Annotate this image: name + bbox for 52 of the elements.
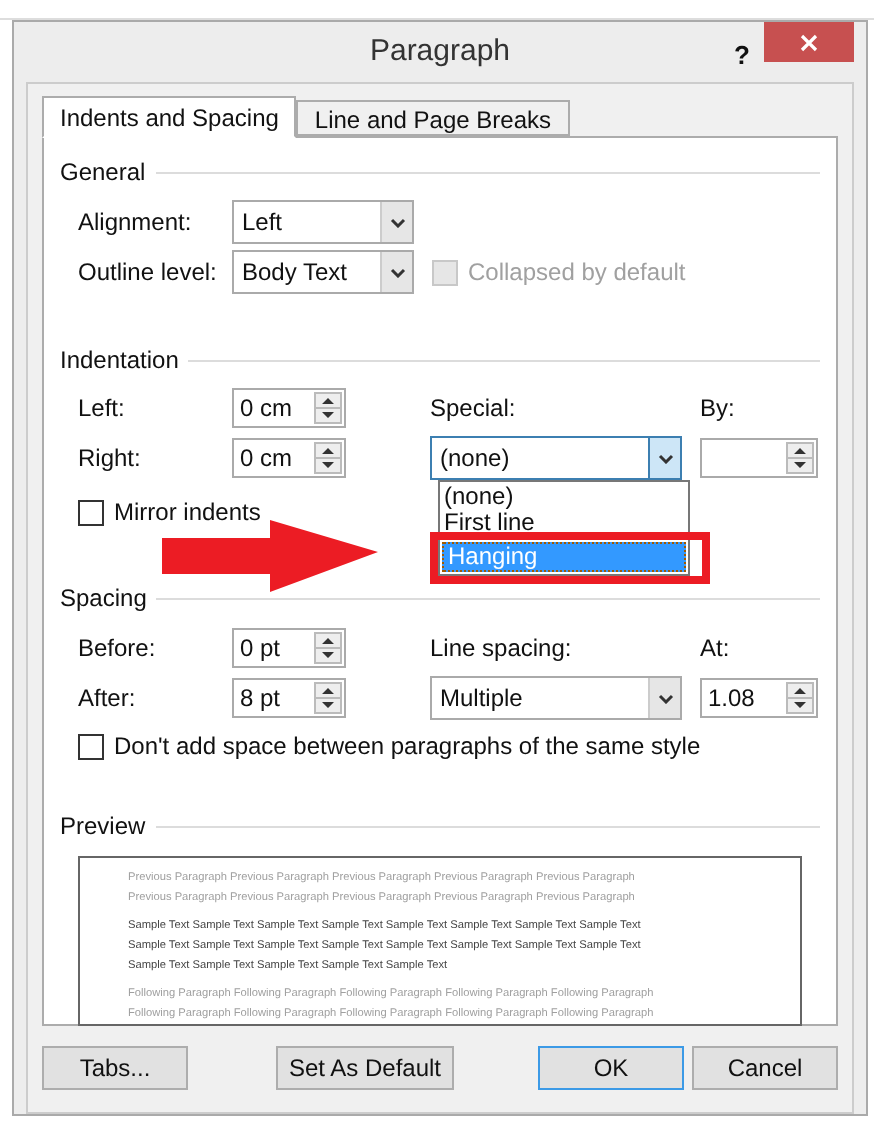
at-field[interactable]: 1.08 xyxy=(700,678,818,718)
after-field[interactable]: 8 pt xyxy=(232,678,346,718)
arrow-annotation-icon xyxy=(162,520,378,592)
section-heading: General xyxy=(60,156,146,190)
section-heading: Preview xyxy=(60,810,146,844)
section-heading: Indentation xyxy=(60,344,179,378)
checkbox[interactable] xyxy=(78,733,104,759)
tab[interactable]: Line and Page Breaks xyxy=(296,100,570,136)
window-title: Paragraph xyxy=(369,31,511,72)
close-icon xyxy=(800,33,818,51)
help-button[interactable]: ? xyxy=(734,36,750,75)
field-label: Special: xyxy=(430,392,518,426)
caret-icon xyxy=(648,438,680,478)
left-indent-field[interactable]: 0 cm xyxy=(232,388,346,428)
checkbox-label: Mirror indents xyxy=(114,496,261,530)
dialog-button[interactable]: OK xyxy=(538,1046,684,1090)
special-dropdown[interactable]: (none) xyxy=(430,436,682,480)
checkbox-label: Collapsed by default xyxy=(468,256,686,290)
dropdown-option[interactable]: First line xyxy=(440,510,688,536)
close-button[interactable] xyxy=(764,22,854,62)
field-label: By: xyxy=(700,392,735,426)
checkbox-label: Don't add space between paragraphs of the same style xyxy=(114,730,701,764)
caret-icon xyxy=(380,252,412,292)
field-label: At: xyxy=(700,632,730,666)
field-label: Left: xyxy=(78,392,127,426)
spinner-arrows-icon xyxy=(314,392,342,424)
checkbox[interactable] xyxy=(78,499,104,525)
outline-level-dropdown[interactable]: Body Text xyxy=(232,250,414,294)
line-spacing-dropdown[interactable]: Multiple xyxy=(430,676,682,720)
section-heading: Spacing xyxy=(60,582,147,616)
spinner-arrows-icon xyxy=(786,442,814,474)
caret-icon xyxy=(380,202,412,242)
spinner-arrows-icon xyxy=(314,632,342,664)
spinner-arrows-icon xyxy=(314,442,342,474)
alignment-dropdown[interactable]: Left xyxy=(232,200,414,244)
field-label: Alignment: xyxy=(78,206,194,240)
spinner-arrows-icon xyxy=(314,682,342,714)
dropdown-option[interactable]: (none) xyxy=(440,484,688,510)
field-label: After: xyxy=(78,682,138,716)
field-label: Line spacing: xyxy=(430,632,574,666)
spinner-arrows-icon xyxy=(786,682,814,714)
dialog-button[interactable]: Set As Default xyxy=(276,1046,454,1090)
field-label: Right: xyxy=(78,442,143,476)
field-label: Before: xyxy=(78,632,158,666)
field-label: Outline level: xyxy=(78,256,219,290)
before-field[interactable]: 0 pt xyxy=(232,628,346,668)
dialog-button[interactable]: Tabs... xyxy=(42,1046,188,1090)
caret-icon xyxy=(648,678,680,718)
dialog-button[interactable]: Cancel xyxy=(692,1046,838,1090)
by-field[interactable] xyxy=(700,438,818,478)
right-indent-field[interactable]: 0 cm xyxy=(232,438,346,478)
tab[interactable]: Indents and Spacing xyxy=(42,96,297,138)
